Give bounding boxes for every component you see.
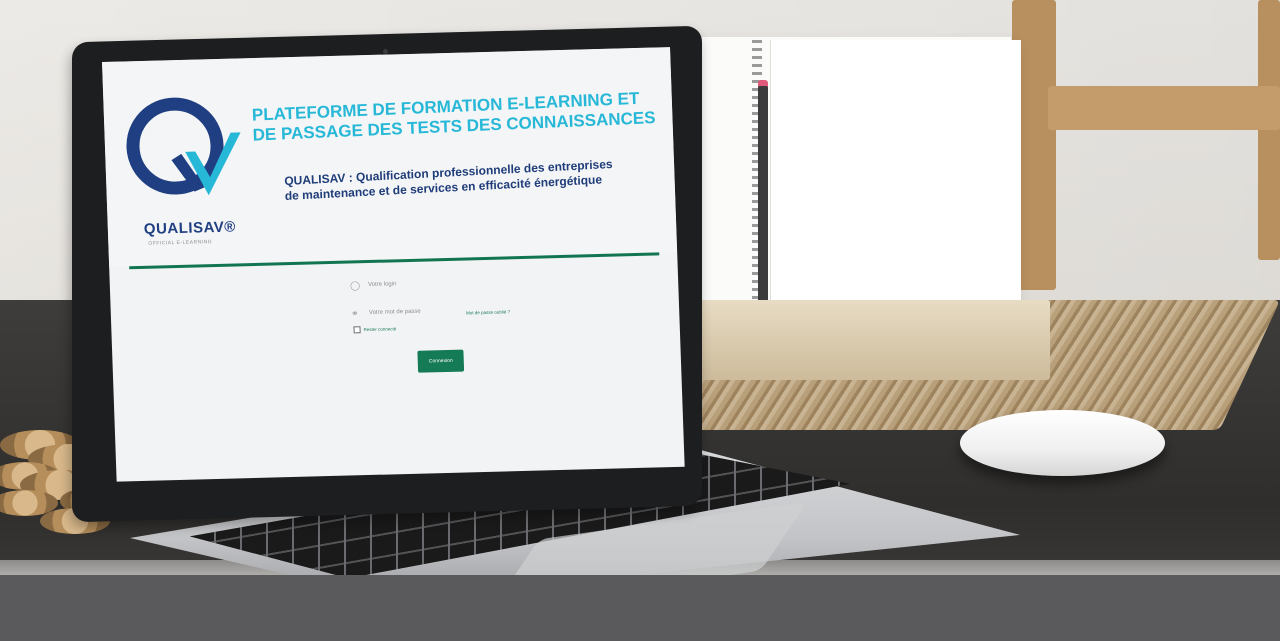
remember-checkbox[interactable] [353, 326, 361, 334]
notebook-page [770, 40, 1021, 340]
login-field[interactable]: ◯ Votre login [350, 279, 397, 290]
login-placeholder: Votre login [367, 281, 397, 289]
bottom-band [0, 575, 1280, 641]
computer-mouse [960, 410, 1165, 476]
remember-label: Rester connecté [363, 326, 397, 333]
logo-text: QUALISAV® [143, 218, 237, 238]
login-button[interactable]: Connexion [417, 349, 465, 373]
password-field[interactable]: ⚭ Votre mot de passe [350, 307, 421, 319]
remember-me[interactable]: Rester connecté [353, 325, 397, 334]
key-icon: ⚭ [350, 308, 359, 319]
chair-post [1258, 0, 1280, 260]
webcam [383, 49, 388, 54]
laptop-screen: QUALISAV® OFFICIAL E-LEARNING PLATEFORME… [102, 47, 685, 482]
password-placeholder: Votre mot de passe [368, 308, 421, 317]
photo-scene: QUALISAV® OFFICIAL E-LEARNING PLATEFORME… [0, 0, 1280, 641]
pencil [758, 86, 768, 336]
forgot-password-link[interactable]: Mot de passe oublié ? [466, 309, 510, 315]
chair-rail [1048, 86, 1280, 130]
wooden-stand [690, 300, 1050, 380]
user-icon: ◯ [349, 280, 361, 291]
qualisav-logo [126, 97, 241, 196]
